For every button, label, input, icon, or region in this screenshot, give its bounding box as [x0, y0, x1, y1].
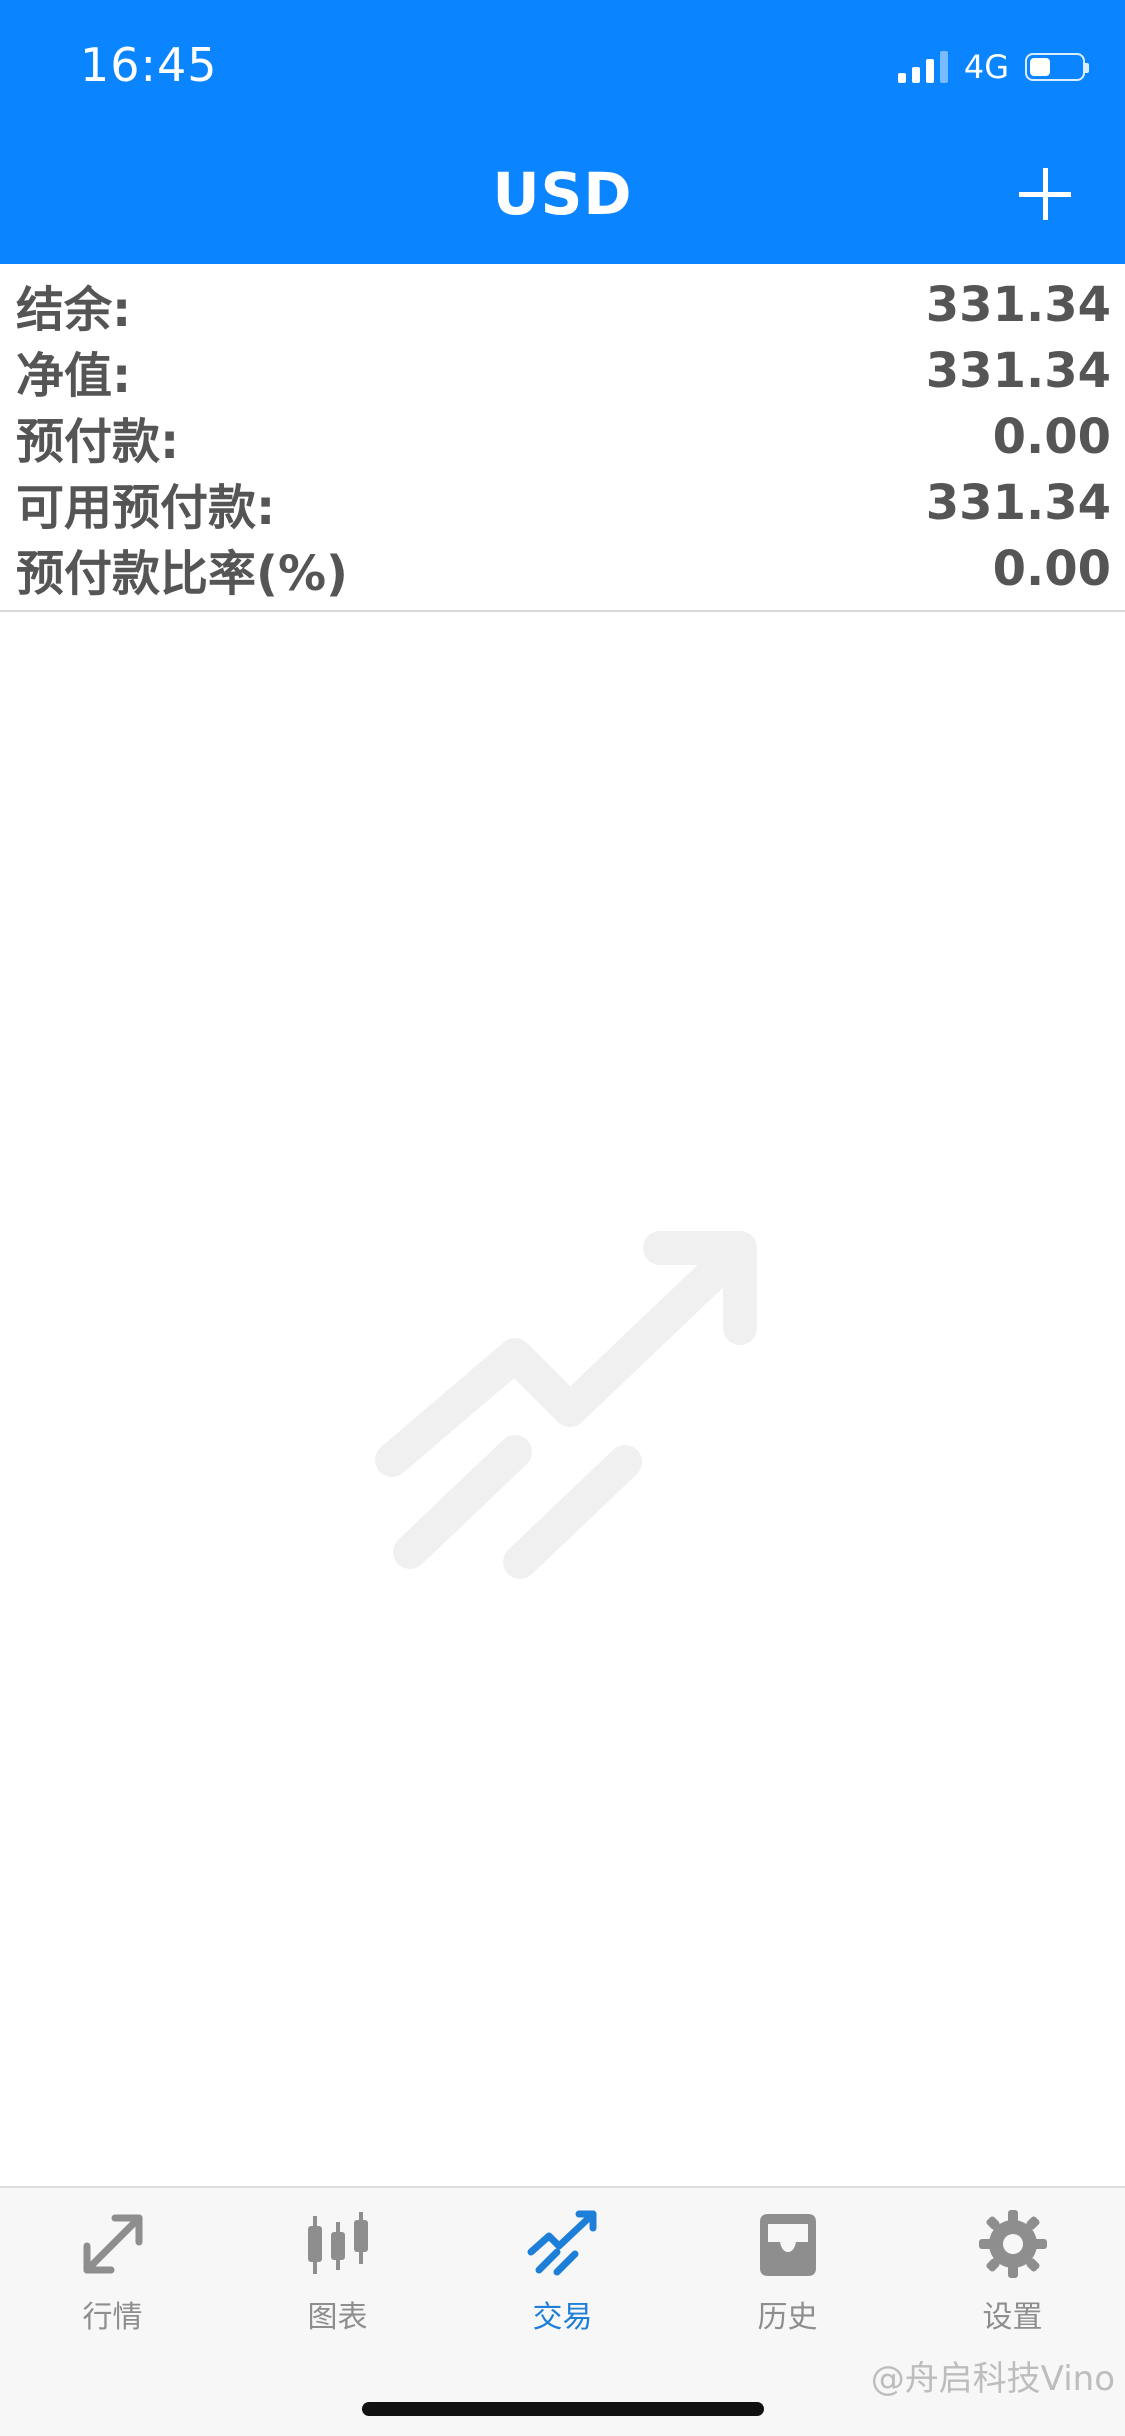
summary-row-margin: 预付款: 0.00 — [0, 404, 1125, 470]
status-icons: 4G — [897, 48, 1089, 86]
network-type: 4G — [963, 48, 1009, 86]
margin-level-value: 0.00 — [992, 541, 1111, 597]
tab-trade[interactable]: 交易 — [450, 2188, 675, 2338]
balance-label: 结余: — [16, 282, 132, 338]
free-margin-value: 331.34 — [925, 475, 1111, 531]
tab-chart-label: 图表 — [307, 2300, 368, 2335]
header-bar: 16:45 4G USD — [0, 0, 1125, 264]
plus-icon[interactable] — [1013, 162, 1077, 226]
free-margin-label: 可用预付款: — [16, 480, 276, 536]
margin-label: 预付款: — [16, 414, 180, 470]
status-time: 16:45 — [80, 38, 218, 92]
summary-row-margin-level: 预付款比率(%) 0.00 — [0, 536, 1125, 602]
account-summary: 结余: 331.34 净值: 331.34 预付款: 0.00 可用预付款: 3… — [0, 264, 1125, 612]
tab-quotes[interactable]: 行情 — [0, 2188, 225, 2338]
summary-row-free-margin: 可用预付款: 331.34 — [0, 470, 1125, 536]
quotes-icon — [83, 2214, 142, 2274]
margin-value: 0.00 — [992, 409, 1111, 465]
settings-gear-icon — [978, 2210, 1047, 2278]
summary-row-balance: 结余: 331.34 — [0, 272, 1125, 338]
tab-settings[interactable]: 设置 — [900, 2188, 1125, 2338]
tab-trade-label: 交易 — [532, 2300, 593, 2335]
summary-row-equity: 净值: 331.34 — [0, 338, 1125, 404]
equity-label: 净值: — [16, 348, 132, 404]
balance-value: 331.34 — [925, 277, 1111, 333]
chart-candles-icon — [307, 2212, 368, 2274]
tab-settings-label: 设置 — [982, 2300, 1043, 2335]
trade-icon — [527, 2210, 596, 2276]
trade-trend-icon — [375, 1231, 757, 1579]
tab-history[interactable]: 历史 — [675, 2188, 900, 2338]
tab-history-label: 历史 — [757, 2300, 818, 2335]
watermark: @舟启科技Vino — [870, 2359, 1115, 2399]
tab-chart[interactable]: 图表 — [225, 2188, 450, 2338]
page-title: USD — [492, 160, 633, 228]
home-indicator[interactable] — [362, 2402, 764, 2416]
equity-value: 331.34 — [925, 343, 1111, 399]
margin-level-label: 预付款比率(%) — [16, 546, 348, 602]
history-inbox-icon — [759, 2214, 816, 2276]
signal-icon — [897, 51, 948, 83]
tab-quotes-label: 行情 — [82, 2300, 143, 2335]
battery-icon — [1025, 53, 1089, 81]
tab-bar: 行情 图表 交易 历史 设置 @舟启科技Vino — [0, 2186, 1125, 2436]
